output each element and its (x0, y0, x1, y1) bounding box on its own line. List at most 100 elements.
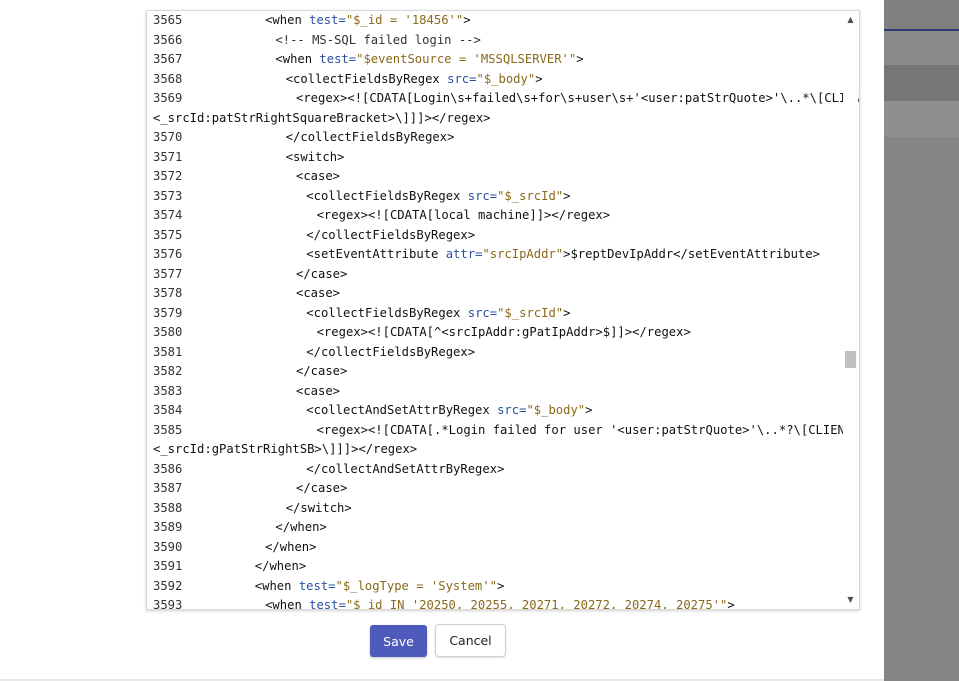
line-text: <collectAndSetAttrByRegex src="$_body"> (306, 401, 592, 421)
token-tag: <switch> (285, 149, 345, 164)
line-text: <case> (296, 167, 340, 187)
token-tag: > (563, 305, 571, 320)
line-number: 3575 (153, 227, 183, 242)
token-attr: src= (467, 188, 498, 203)
token-tag: </switch> (285, 500, 352, 515)
line-text: <regex><![CDATA[.*Login failed for user … (316, 421, 860, 441)
line-number: 3577 (153, 266, 183, 281)
line-text: <collectFieldsByRegex src="$_srcId"> (306, 304, 570, 324)
code-line[interactable]: 3588 </switch> (147, 499, 843, 519)
code-line[interactable]: 3577 </case> (147, 265, 843, 285)
code-line[interactable]: 3574 <regex><![CDATA[local machine]]></re… (147, 206, 843, 226)
code-line[interactable]: 3579 <collectFieldsByRegex src="$_srcId"> (147, 304, 843, 324)
token-tag: </collectFieldsByRegex> (285, 130, 455, 144)
code-line[interactable]: 3593 <when test="$_id IN '20250, 20255, 2… (147, 596, 843, 610)
line-number: 3570 (153, 130, 183, 144)
code-line[interactable]: 3583 <case> (147, 382, 843, 402)
token-tag: <case> (296, 169, 341, 183)
line-number: 3565 (153, 13, 183, 27)
code-line[interactable]: 3576 <setEventAttribute attr="srcIpAddr">… (147, 245, 843, 265)
code-line[interactable]: 3569 <regex><![CDATA[Login\s+failed\s+for… (147, 89, 859, 109)
code-line[interactable]: 3566 <!-- MS-SQL failed login --> (147, 31, 843, 51)
scroll-down-icon[interactable]: ▼ (843, 593, 858, 607)
backdrop-header (884, 0, 959, 30)
line-number: 3571 (153, 149, 183, 164)
code-line[interactable]: 3584 <collectAndSetAttrByRegex src="$_bod… (147, 401, 843, 421)
code-line[interactable]: 3589 </when> (147, 518, 843, 538)
token-attr: attr= (445, 247, 483, 261)
code-line[interactable]: 3582 </case> (147, 362, 843, 382)
line-number: 3589 (153, 520, 183, 534)
token-tag: <setEventAttribute (306, 247, 446, 261)
code-line[interactable]: 3568 <collectFieldsByRegex src="$_body"> (147, 70, 843, 90)
code-line[interactable]: 3565 <when test="$_id = '18456'"> (147, 11, 843, 31)
code-line[interactable]: 3586 </collectAndSetAttrByRegex> (147, 460, 843, 480)
save-button[interactable]: Save (370, 625, 427, 657)
backdrop-band (884, 101, 959, 137)
code-line[interactable]: 3581 </collectFieldsByRegex> (147, 343, 843, 363)
line-text: </case> (296, 265, 347, 285)
line-number: 3591 (153, 559, 183, 573)
token-attr: test= (298, 578, 336, 593)
scroll-up-icon[interactable]: ▲ (843, 13, 858, 27)
line-text: </case> (296, 362, 347, 382)
line-text: </switch> (286, 499, 352, 519)
token-tag: > (576, 52, 584, 66)
token-tag: <case> (296, 383, 341, 398)
token-tag: <regex><![CDATA[^<srcIpAddr:gPatIpAddr>$… (316, 325, 691, 339)
line-number: 3593 (153, 598, 183, 610)
code-line[interactable]: 3585 <regex><![CDATA[.*Login failed for u… (147, 421, 859, 441)
line-text: </when> (265, 538, 316, 558)
line-number: 3569 (153, 91, 183, 105)
scrollbar-thumb[interactable] (845, 350, 856, 368)
cancel-button[interactable]: Cancel (435, 624, 506, 657)
line-number: 3592 (153, 578, 183, 593)
code-line[interactable]: 3590 </when> (147, 538, 843, 558)
code-line[interactable]: 3575 </collectFieldsByRegex> (147, 226, 843, 246)
line-number: 3572 (153, 169, 183, 183)
code-line[interactable]: 3571 <switch> (147, 148, 843, 168)
line-text: <when test="$_id IN '20250, 20255, 20271… (265, 596, 735, 610)
token-tag: > (535, 71, 543, 86)
token-tag: <when (254, 578, 299, 593)
code-line[interactable]: <_srcId:patStrRightSquareBracket>\]]]></… (147, 109, 843, 129)
line-text: <case> (296, 382, 340, 402)
line-text: <regex><![CDATA[Login\s+failed\s+for\s+u… (296, 89, 860, 109)
token-tag: </collectFieldsByRegex> (306, 344, 476, 359)
code-line[interactable]: 3592 <when test="$_logType = 'System'"> (147, 577, 843, 597)
token-tag: <_srcId:gPatStrRightSB>\]]]></regex> (153, 442, 418, 456)
token-tag: <when (265, 598, 310, 610)
token-val: "$_logType = 'System'" (335, 578, 497, 593)
code-line[interactable]: 3580 <regex><![CDATA[^<srcIpAddr:gPatIpAd… (147, 323, 843, 343)
code-line[interactable]: 3573 <collectFieldsByRegex src="$_srcId"> (147, 187, 843, 207)
code-line[interactable]: 3567 <when test="$eventSource = 'MSSQLSER… (147, 50, 843, 70)
line-text: <regex><![CDATA[local machine]]></regex> (317, 206, 611, 226)
line-number: 3587 (153, 481, 183, 495)
token-tag: > (585, 403, 593, 417)
code-line[interactable]: 3587 </case> (147, 479, 843, 499)
backdrop-band (884, 137, 959, 681)
line-text: </case> (296, 479, 347, 499)
line-text: <switch> (286, 148, 345, 168)
token-tag: <collectFieldsByRegex (285, 71, 448, 86)
token-cmt: <!-- MS-SQL failed login --> (275, 32, 481, 47)
token-tag: <_srcId:patStrRightSquareBracket>\]]]></… (153, 110, 491, 125)
token-tag: <regex><![CDATA[Login\s+failed\s+for\s+u… (296, 91, 860, 105)
token-tag: <regex><![CDATA[local machine]]></regex> (316, 208, 611, 222)
line-text: </collectFieldsByRegex> (306, 343, 475, 363)
code-line[interactable]: 3570 </collectFieldsByRegex> (147, 128, 843, 148)
token-tag: <regex><![CDATA[.*Login failed for user … (316, 422, 860, 437)
line-number: 3568 (153, 71, 183, 86)
code-line[interactable]: 3578 <case> (147, 284, 843, 304)
vertical-scrollbar[interactable]: ▲ ▼ (843, 11, 858, 609)
line-text: </when> (275, 518, 326, 538)
token-tag: > (563, 188, 571, 203)
token-tag: <when (265, 13, 310, 27)
line-number: 3579 (153, 305, 183, 320)
code-editor[interactable]: 3565 <when test="$_id = '18456'"> 3566 <!--… (146, 10, 860, 610)
line-text: <case> (296, 284, 340, 304)
code-line[interactable]: <_srcId:gPatStrRightSB>\]]]></regex> (147, 440, 843, 460)
code-line[interactable]: 3591 </when> (147, 557, 843, 577)
code-content[interactable]: 3565 <when test="$_id = '18456'"> 3566 <!--… (147, 11, 859, 610)
code-line[interactable]: 3572 <case> (147, 167, 843, 187)
